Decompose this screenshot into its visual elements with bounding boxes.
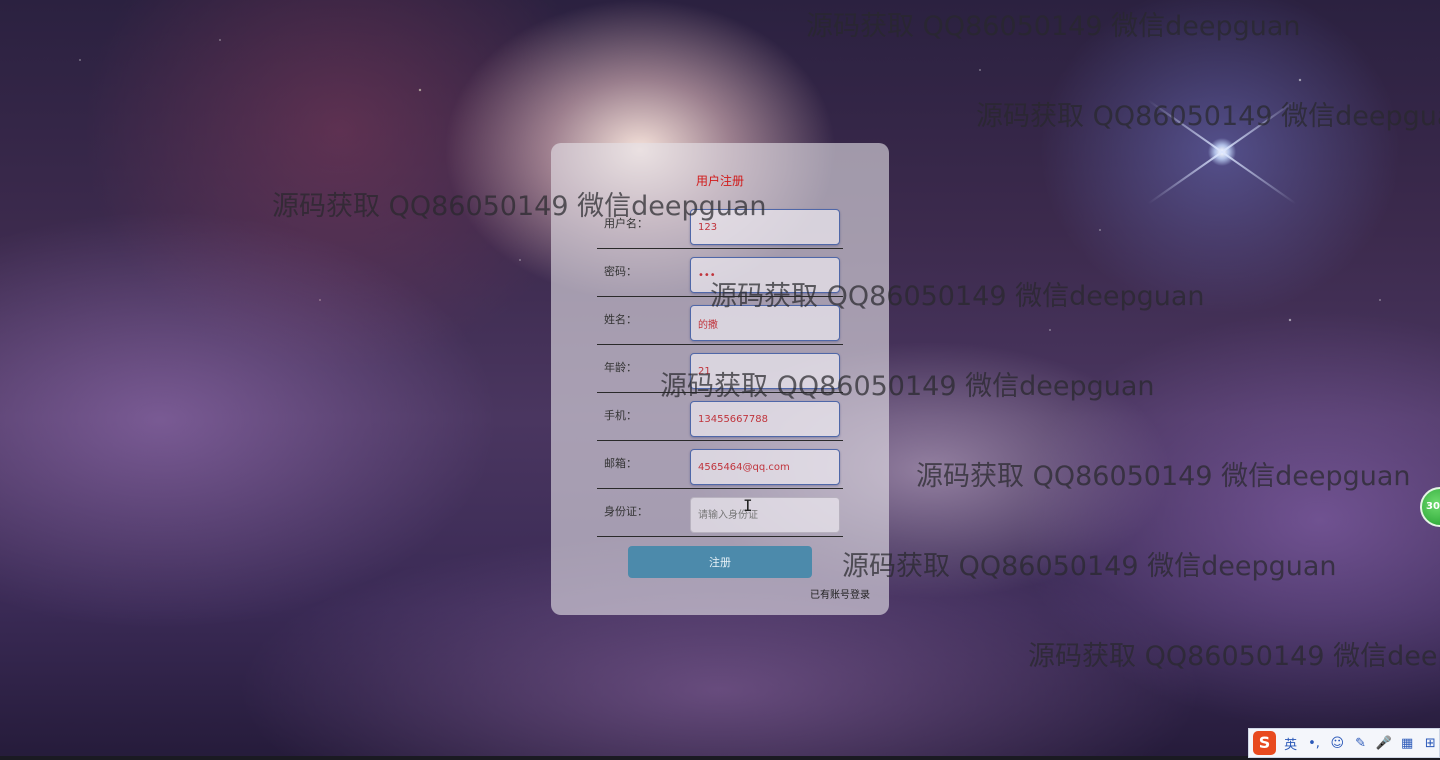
email-input[interactable] [690,449,840,485]
taskbar [0,756,1440,760]
handwriting-icon[interactable]: ✎ [1352,736,1369,751]
name-input[interactable] [690,305,840,341]
register-button[interactable]: 注册 [628,546,812,578]
microphone-icon[interactable]: 🎤 [1375,736,1392,751]
form-row-name: 姓名： [597,297,843,345]
form-row-idcard: 身份证： [597,489,843,537]
form-row-phone: 手机： [597,393,843,441]
login-link[interactable]: 已有账号登录 [810,586,870,601]
username-label: 用户名： [604,217,648,230]
page-title: 用户注册 [695,174,744,188]
keyboard-icon[interactable]: ▦ [1398,736,1415,751]
phone-label: 手机： [604,409,637,422]
ime-language-toggle[interactable]: 英 [1282,734,1299,753]
watermark: 源码获取 QQ86050149 微信deepguan [806,11,1301,42]
name-label: 姓名： [604,313,637,326]
email-label: 邮箱： [604,457,637,470]
idcard-input[interactable] [690,497,840,533]
age-label: 年龄： [604,361,637,374]
form-row-email: 邮箱： [597,441,843,489]
sogou-logo-icon[interactable]: S [1253,731,1277,755]
password-input[interactable] [690,257,840,293]
username-input[interactable] [690,209,840,245]
idcard-label: 身份证： [604,505,648,518]
ime-toolbar: S 英 •, ☺ ✎ 🎤 ▦ ⊞ [1248,728,1440,758]
watermark: 源码获取 QQ86050149 微信deepguan [842,551,1337,582]
watermark: 源码获取 QQ86050149 微信deepguan [976,101,1440,132]
watermark: 源码获取 QQ86050149 微信deepguan [1028,641,1440,672]
register-panel: 用户注册 用户名： 密码： 姓名： 年龄： 手机： 邮箱： 身份证： 注册 已有… [551,143,889,615]
form-row-password: 密码： [597,249,843,297]
watermark: 源码获取 QQ86050149 微信deepguan [916,461,1411,492]
punctuation-icon[interactable]: •, [1305,736,1322,751]
form-row-age: 年龄： [597,345,843,393]
emoji-icon[interactable]: ☺ [1329,736,1346,751]
age-input[interactable] [690,353,840,389]
floating-badge[interactable]: 30 [1420,487,1440,527]
form-row-username: 用户名： [597,201,843,249]
phone-input[interactable] [690,401,840,437]
grid-menu-icon[interactable]: ⊞ [1422,736,1439,751]
password-label: 密码： [604,265,637,278]
